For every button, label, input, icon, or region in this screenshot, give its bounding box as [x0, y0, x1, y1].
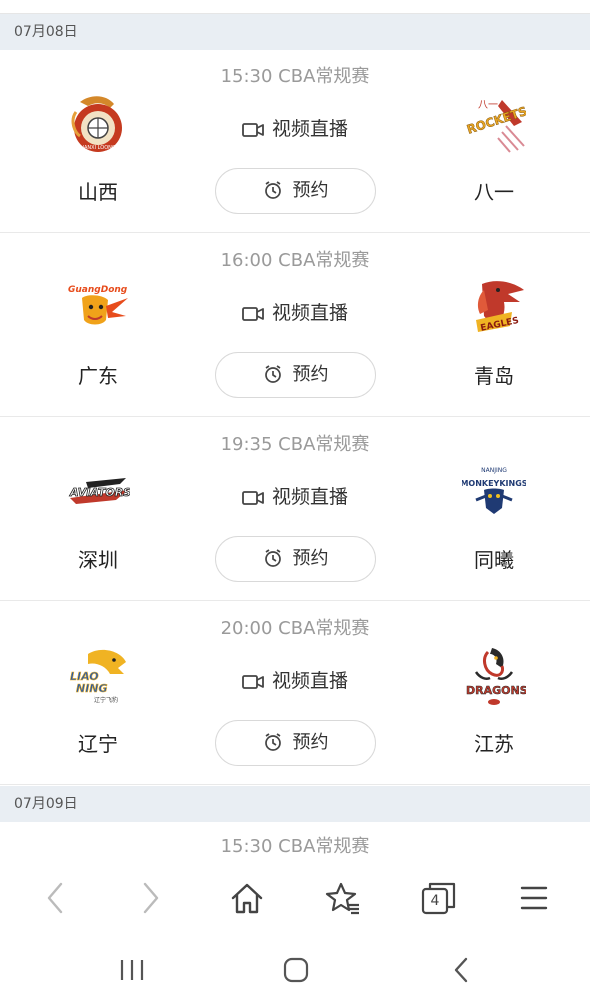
- svg-text:NANJING: NANJING: [481, 467, 507, 474]
- menu-icon[interactable]: [514, 878, 554, 918]
- video-live-label: 视频直播: [271, 302, 348, 324]
- reserve-button[interactable]: 预约: [215, 352, 376, 398]
- alarm-clock-icon: [264, 733, 281, 751]
- alarm-clock-icon: [264, 549, 281, 567]
- system-nav-bar: [0, 936, 590, 1000]
- match-card: 15:30 CBA常规赛 SHANXI LOONGS 山西 视频直播 预约 八一…: [0, 50, 590, 233]
- bookmark-star-icon[interactable]: [323, 878, 363, 918]
- svg-text:GuangDong: GuangDong: [68, 285, 128, 295]
- match-card: 19:35 CBA常规赛 AVIATORS 深圳 视频直播 预约 NANJING…: [0, 418, 590, 601]
- reserve-label: 预约: [292, 548, 329, 569]
- reserve-button[interactable]: 预约: [215, 720, 376, 766]
- match-time-league: 20:00 CBA常规赛: [220, 618, 370, 639]
- video-camera-icon: [242, 123, 264, 137]
- home-icon[interactable]: [227, 878, 267, 918]
- video-camera-icon: [242, 675, 264, 689]
- svg-text:MONKEYKINGS: MONKEYKINGS: [462, 479, 526, 488]
- match-time-league: 16:00 CBA常规赛: [220, 250, 370, 271]
- reserve-button[interactable]: 预约: [215, 168, 376, 214]
- match-time-league: 15:30 CBA常规赛: [220, 66, 370, 87]
- reserve-label: 预约: [292, 364, 329, 385]
- away-team[interactable]: 八一 ROCKETS 八一: [434, 92, 554, 205]
- svg-text:八一: 八一: [478, 100, 498, 111]
- away-team-name: 江苏: [474, 732, 514, 756]
- video-live-label: 视频直播: [271, 486, 348, 508]
- system-back-icon[interactable]: [442, 950, 482, 990]
- alarm-clock-icon: [264, 365, 281, 383]
- away-team-name: 青岛: [474, 364, 514, 388]
- home-team[interactable]: GuangDong 广东: [38, 276, 158, 389]
- back-arrow-icon[interactable]: [36, 878, 76, 918]
- home-team-name: 辽宁: [78, 732, 118, 756]
- away-team-name: 同曦: [474, 548, 514, 572]
- match-time-league: 19:35 CBA常规赛: [220, 434, 370, 455]
- date-header: 07月09日: [0, 786, 590, 822]
- away-team-name: 八一: [474, 180, 514, 204]
- svg-text:DRAGONS: DRAGONS: [466, 684, 526, 697]
- home-team[interactable]: AVIATORS 深圳: [38, 460, 158, 573]
- reserve-button[interactable]: 预约: [215, 536, 376, 582]
- tabs-button[interactable]: 4: [419, 878, 459, 918]
- video-live-label: 视频直播: [271, 118, 348, 140]
- top-strip: [0, 0, 590, 14]
- reserve-label: 预约: [292, 180, 329, 201]
- alarm-clock-icon: [264, 181, 281, 199]
- video-camera-icon: [242, 491, 264, 505]
- browser-toolbar: 4: [0, 860, 590, 936]
- match-card: 20:00 CBA常规赛 LIAO NING 辽宁飞豹 辽宁 视频直播 预约 D…: [0, 602, 590, 785]
- away-team[interactable]: DRAGONS 江苏: [434, 644, 554, 757]
- jiangsu-team-logo: DRAGONS: [466, 648, 526, 705]
- tongxi-team-logo: NANJING MONKEYKINGS: [462, 467, 526, 514]
- bayi-team-logo: 八一 ROCKETS: [465, 100, 526, 153]
- svg-text:SHANXI LOONGS: SHANXI LOONGS: [77, 145, 119, 151]
- tabs-count: 4: [430, 893, 440, 909]
- home-team[interactable]: LIAO NING 辽宁飞豹 辽宁: [38, 644, 158, 757]
- away-team[interactable]: NANJING MONKEYKINGS 同曦: [434, 460, 554, 573]
- away-team[interactable]: EAGLES 青岛: [434, 276, 554, 389]
- home-team[interactable]: SHANXI LOONGS 山西: [38, 92, 158, 205]
- system-home-icon[interactable]: [276, 950, 316, 990]
- home-team-name: 深圳: [78, 548, 118, 572]
- match-card: 16:00 CBA常规赛 GuangDong 广东 视频直播 预约 EAGLES…: [0, 234, 590, 417]
- forward-arrow-icon[interactable]: [130, 878, 170, 918]
- qingdao-team-logo: EAGLES: [476, 281, 524, 334]
- svg-text:辽宁飞豹: 辽宁飞豹: [94, 696, 118, 704]
- home-team-name: 广东: [78, 364, 118, 388]
- video-live-label: 视频直播: [271, 670, 348, 692]
- home-team-name: 山西: [78, 180, 118, 204]
- recent-apps-icon[interactable]: [112, 950, 152, 990]
- date-header: 07月08日: [0, 14, 590, 50]
- match-time-league: 15:30 CBA常规赛: [220, 836, 370, 857]
- reserve-label: 预约: [292, 732, 329, 753]
- video-camera-icon: [242, 307, 264, 321]
